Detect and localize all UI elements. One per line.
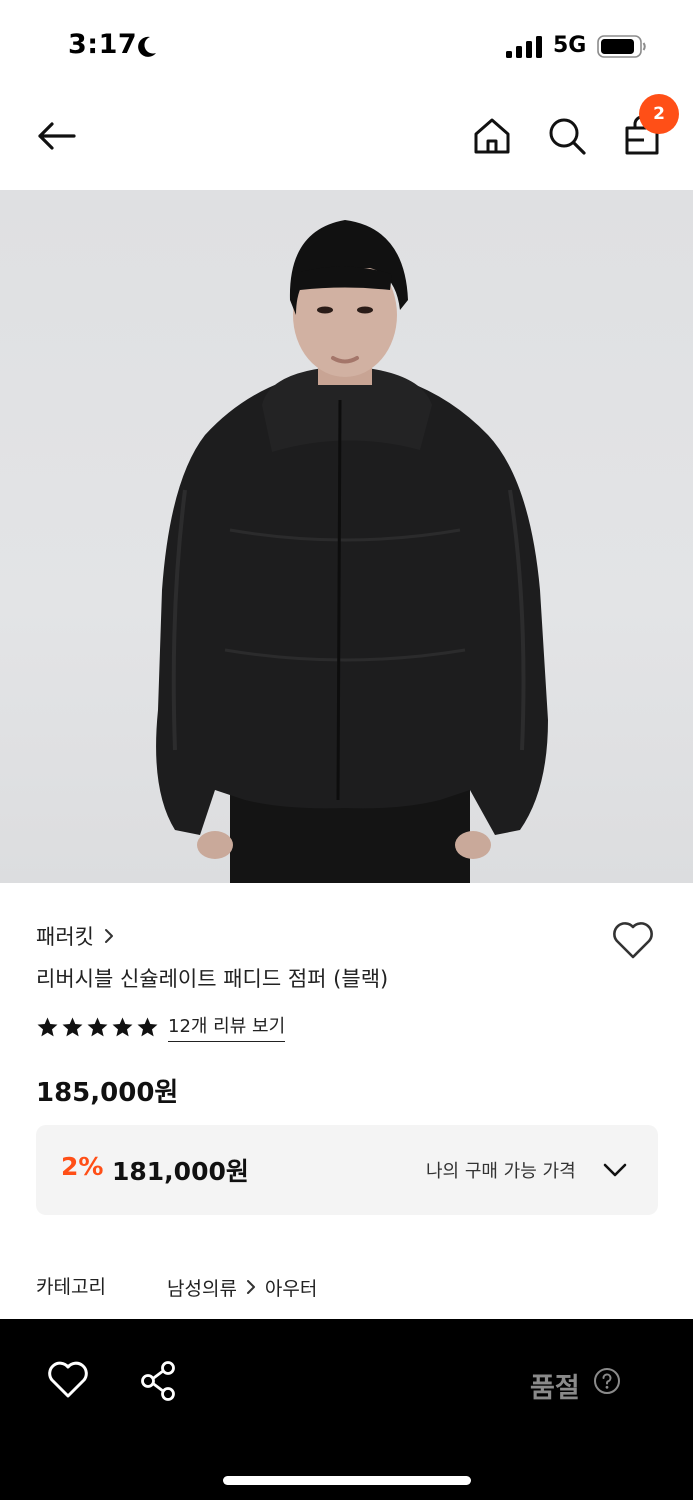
- discount-price: 181,000원: [112, 1157, 249, 1186]
- back-button[interactable]: [30, 114, 82, 158]
- category-label: 카테고리: [36, 1276, 106, 1298]
- heart-outline-icon: [613, 922, 653, 959]
- help-circle-icon[interactable]: [593, 1367, 621, 1395]
- my-price-label: 나의 구매 가능 가격: [426, 1161, 576, 1182]
- category-level-1[interactable]: 남성의류: [167, 1274, 237, 1301]
- brand-link[interactable]: 패러킷: [36, 920, 116, 952]
- category-breadcrumb: 남성의류 아우터: [167, 1272, 317, 1302]
- back-arrow-icon: [38, 122, 76, 150]
- battery-icon: [597, 35, 646, 58]
- chevron-right-icon: [246, 1280, 255, 1294]
- status-time: 3:17: [68, 29, 138, 60]
- chevron-down-icon: [603, 1163, 627, 1177]
- star-rating: [36, 1016, 159, 1039]
- brand-name: 패러킷: [36, 925, 94, 949]
- cart-count-badge: 2: [639, 94, 679, 134]
- home-button[interactable]: [470, 114, 514, 158]
- product-price: 185,000원: [36, 1078, 179, 1108]
- product-image[interactable]: [0, 190, 693, 883]
- network-label: 5G: [553, 33, 587, 58]
- top-navigation: [0, 92, 693, 190]
- star-icon: [137, 1016, 158, 1036]
- search-icon: [549, 118, 586, 155]
- status-bar: 3:17 5G: [0, 0, 693, 92]
- review-link[interactable]: 12개 리뷰 보기: [168, 1012, 286, 1042]
- star-icon: [62, 1016, 83, 1036]
- star-icon: [112, 1016, 133, 1036]
- product-title: 리버시블 신슐레이트 패디드 점퍼 (블랙): [36, 967, 389, 991]
- discount-rate: 2%: [61, 1152, 104, 1181]
- chevron-right-icon: [104, 929, 113, 943]
- category-level-2[interactable]: 아우터: [265, 1274, 317, 1301]
- home-indicator: [223, 1476, 471, 1485]
- search-button[interactable]: [545, 114, 589, 158]
- star-icon: [37, 1016, 58, 1036]
- soldout-label: 품절: [530, 1373, 580, 1404]
- moon-icon: [138, 36, 156, 57]
- heart-icon: [48, 1361, 88, 1398]
- wishlist-button[interactable]: [610, 918, 656, 962]
- bottom-wishlist-button[interactable]: [46, 1359, 90, 1401]
- star-icon: [87, 1016, 108, 1036]
- signal-icon: [506, 36, 542, 58]
- share-icon: [141, 1361, 175, 1401]
- home-icon: [474, 118, 510, 154]
- model-jacket-illustration: [156, 220, 548, 883]
- share-button[interactable]: [137, 1359, 181, 1403]
- rating-row: 12개 리뷰 보기: [36, 1011, 286, 1043]
- bottom-action-bar: 품절: [0, 1319, 693, 1500]
- my-price-dropdown[interactable]: 2% 181,000원 나의 구매 가능 가격: [36, 1125, 658, 1215]
